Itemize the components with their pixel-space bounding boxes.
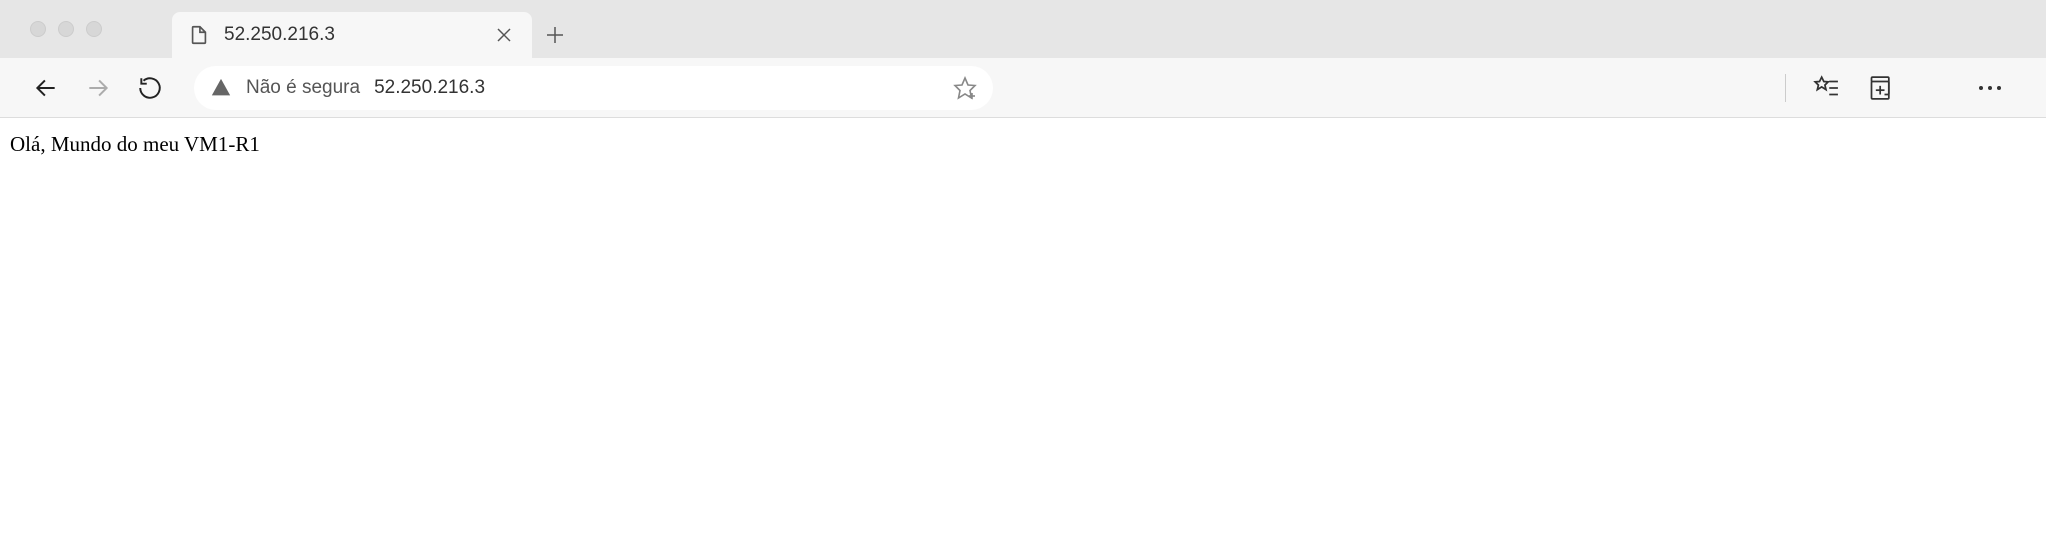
security-label: Não é segura xyxy=(246,77,360,99)
warning-icon xyxy=(210,77,232,99)
toolbar-divider xyxy=(1785,74,1786,102)
tab-title: 52.250.216.3 xyxy=(224,24,478,46)
address-bar[interactable]: Não é segura 52.250.216.3 xyxy=(194,66,993,110)
url-text[interactable]: 52.250.216.3 xyxy=(374,77,938,99)
window-close-dot[interactable] xyxy=(30,21,46,37)
favorites-list-button[interactable] xyxy=(1804,66,1848,110)
forward-button[interactable] xyxy=(76,66,120,110)
page-icon xyxy=(188,24,210,46)
reload-button[interactable] xyxy=(128,66,172,110)
window-controls xyxy=(20,0,172,58)
close-tab-button[interactable] xyxy=(492,23,516,47)
browser-tab[interactable]: 52.250.216.3 xyxy=(172,12,532,58)
new-tab-button[interactable] xyxy=(532,12,578,58)
window-maximize-dot[interactable] xyxy=(86,21,102,37)
window-minimize-dot[interactable] xyxy=(58,21,74,37)
page-content: Olá, Mundo do meu VM1-R1 xyxy=(0,118,2046,171)
favorite-star-icon[interactable] xyxy=(953,76,977,100)
back-button[interactable] xyxy=(24,66,68,110)
tab-strip: 52.250.216.3 xyxy=(0,0,2046,58)
toolbar: Não é segura 52.250.216.3 xyxy=(0,58,2046,118)
menu-button[interactable] xyxy=(1968,66,2012,110)
collections-button[interactable] xyxy=(1856,66,1900,110)
page-body-text: Olá, Mundo do meu VM1-R1 xyxy=(10,132,260,156)
